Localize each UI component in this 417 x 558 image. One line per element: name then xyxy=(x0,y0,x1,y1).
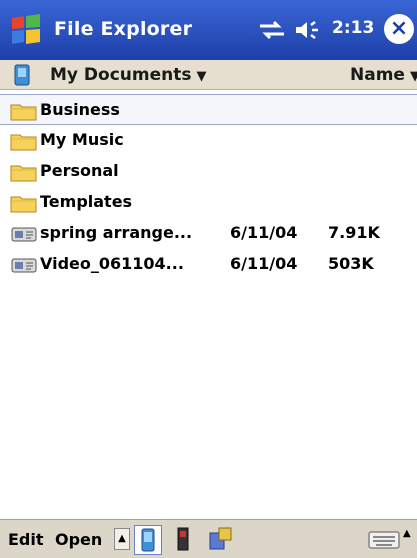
file-size: 7.91K xyxy=(328,223,380,242)
folder-row[interactable]: Templates xyxy=(0,187,417,218)
connectivity-icon[interactable] xyxy=(258,19,286,41)
title-bar: File Explorer 2:13 × xyxy=(0,0,417,60)
my-device-icon xyxy=(12,64,32,86)
file-date: 6/11/04 xyxy=(230,254,298,273)
folder-icon xyxy=(10,101,38,121)
app-title: File Explorer xyxy=(54,18,193,40)
file-name: spring arrange... xyxy=(40,223,193,242)
folder-row[interactable]: Personal xyxy=(0,156,417,187)
file-date: 6/11/04 xyxy=(230,223,298,242)
volume-icon[interactable] xyxy=(293,18,323,42)
file-row[interactable]: spring arrange... 6/11/04 7.91K xyxy=(0,218,417,249)
folder-icon xyxy=(10,193,38,213)
menu-bar: Edit Open ▲ ▲ xyxy=(0,519,417,558)
file-list: Business My Music Personal Templates spring … xyxy=(0,94,417,519)
folder-row[interactable]: My Music xyxy=(0,125,417,156)
media-file-icon xyxy=(10,255,38,275)
edit-menu[interactable]: Edit xyxy=(8,530,44,549)
network-share-icon[interactable] xyxy=(207,525,235,553)
folder-row[interactable]: Business xyxy=(0,94,417,125)
file-name: Personal xyxy=(40,161,119,180)
file-size: 503K xyxy=(328,254,374,273)
file-name: Templates xyxy=(40,192,133,211)
storage-card-icon[interactable] xyxy=(170,525,196,553)
open-menu[interactable]: Open xyxy=(55,530,102,549)
close-button[interactable]: × xyxy=(384,14,414,44)
file-name: Business xyxy=(40,100,120,119)
windows-start-icon[interactable] xyxy=(8,12,44,48)
sort-dropdown[interactable]: Name ▼ xyxy=(350,65,417,85)
file-row[interactable]: Video_061104... 6/11/04 503K xyxy=(0,249,417,280)
folder-name: My Documents xyxy=(50,65,192,85)
file-name: Video_061104... xyxy=(40,254,184,273)
clock-time[interactable]: 2:13 xyxy=(332,18,374,38)
keyboard-icon[interactable] xyxy=(368,530,400,550)
chevron-down-icon: ▼ xyxy=(409,69,417,84)
chevron-down-icon: ▼ xyxy=(196,69,207,84)
folder-dropdown[interactable]: My Documents ▼ xyxy=(50,65,206,85)
up-arrow-icon[interactable]: ▲ xyxy=(114,528,130,550)
folder-icon xyxy=(10,162,38,182)
media-file-icon xyxy=(10,224,38,244)
device-view-icon[interactable] xyxy=(134,525,162,555)
input-selector-arrow-icon[interactable]: ▲ xyxy=(403,528,411,539)
folder-icon xyxy=(10,131,38,151)
file-name: My Music xyxy=(40,130,124,149)
navigation-bar: My Documents ▼ Name ▼ xyxy=(0,60,417,90)
sort-label: Name xyxy=(350,65,405,85)
